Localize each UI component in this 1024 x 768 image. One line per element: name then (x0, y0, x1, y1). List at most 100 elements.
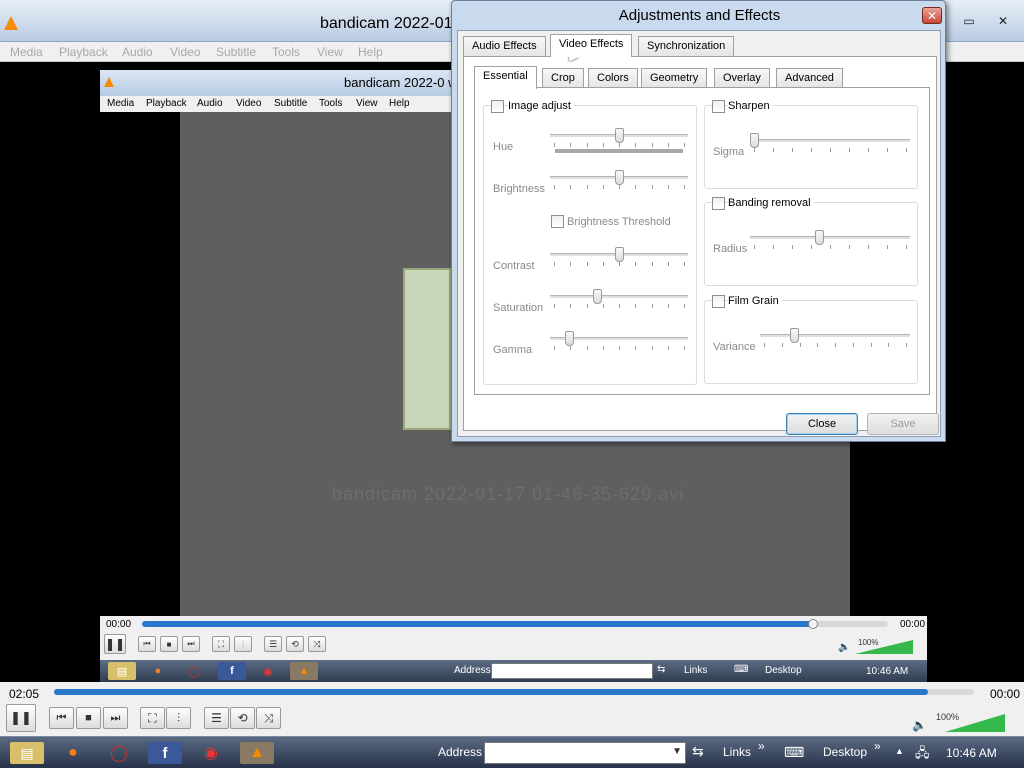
address-field[interactable]: ▼ (484, 742, 686, 764)
inner-go-icon: ⇆ (657, 664, 666, 675)
inner-opera-icon: ◯ (187, 665, 201, 678)
menu-tools[interactable]: Tools (272, 45, 300, 59)
desktop-chevron-icon[interactable]: » (874, 739, 881, 753)
film-grain-checkbox[interactable] (712, 295, 725, 308)
slider-tick (906, 148, 907, 152)
slider-tick (906, 343, 907, 347)
menu-playback[interactable]: Playback (59, 45, 108, 59)
firefox-icon[interactable]: ● (56, 742, 90, 764)
slider-thumb[interactable] (614, 170, 624, 185)
inner-menu-view: View (356, 98, 378, 109)
explorer-icon[interactable]: ▤ (10, 742, 44, 764)
menu-audio[interactable]: Audio (122, 45, 153, 59)
slider-tick (817, 343, 819, 347)
slider-tick (830, 148, 831, 152)
slider-thumb[interactable] (789, 328, 799, 343)
close-icon[interactable]: ✕ (988, 12, 1018, 30)
brightness-slider[interactable] (550, 170, 688, 190)
slider-tick (849, 148, 850, 152)
slider-tick (554, 304, 555, 308)
brightness-threshold-checkbox[interactable] (551, 215, 564, 228)
slider-tick (773, 245, 774, 249)
variance-slider[interactable] (760, 328, 910, 348)
slider-tick (792, 148, 793, 152)
previous-button[interactable]: ⏮ (49, 707, 74, 729)
slider-tick (887, 148, 888, 152)
adjustments-dialog: Adjustments and Effects ✕ Audio Effects … (451, 0, 946, 442)
next-button[interactable]: ⏭ (103, 707, 128, 729)
subtab-overlay[interactable]: Overlay (714, 68, 770, 89)
links-label[interactable]: Links (723, 745, 751, 759)
slider-tick (792, 245, 793, 249)
inner-prev-button: ⏮ (138, 636, 156, 652)
shuffle-button[interactable]: ⤨ (256, 707, 281, 729)
slider-thumb[interactable] (814, 230, 824, 245)
bandicam-icon[interactable]: ◉ (194, 742, 228, 764)
keyboard-icon[interactable]: ⌨ (784, 744, 804, 761)
playlist-button[interactable]: ☰ (204, 707, 229, 729)
menu-view[interactable]: View (317, 45, 343, 59)
desktop-label[interactable]: Desktop (823, 745, 867, 759)
banding-removal-checkbox[interactable] (712, 197, 725, 210)
inner-menu-playback: Playback (146, 98, 187, 109)
slider-thumb[interactable] (565, 331, 575, 346)
fullscreen-button[interactable]: ⛶ (140, 707, 165, 729)
subtab-advanced[interactable]: Advanced (776, 68, 843, 89)
slider-tick (684, 304, 685, 308)
slider-tick (754, 148, 755, 152)
slider-thumb[interactable] (614, 247, 624, 262)
saturation-slider[interactable] (550, 289, 688, 309)
speaker-icon[interactable]: 🔈 (912, 718, 927, 732)
facebook-icon[interactable]: f (148, 742, 182, 764)
inner-controls: 00:00 00:00 ❚❚ ⏮ ■ ⏭ ⛶ ⫶ ☰ ⟲ ⤨ 🔈 100% (100, 616, 927, 660)
dialog-close-icon[interactable]: ✕ (922, 7, 942, 24)
save-button[interactable]: Save (867, 413, 939, 435)
gamma-slider[interactable] (550, 331, 688, 351)
tab-audio-effects[interactable]: Audio Effects (463, 36, 546, 57)
slider-track (550, 295, 688, 298)
menu-video[interactable]: Video (170, 45, 200, 59)
contrast-slider[interactable] (550, 247, 688, 267)
address-label: Address (438, 745, 483, 759)
slider-tick (667, 262, 669, 266)
extended-settings-button[interactable]: ⫶ (166, 707, 191, 729)
stop-button[interactable]: ■ (76, 707, 101, 729)
sigma-slider[interactable] (750, 133, 910, 153)
slider-tick (684, 262, 685, 266)
seek-bar[interactable] (54, 689, 974, 695)
radius-slider[interactable] (750, 230, 910, 250)
slider-thumb[interactable] (750, 133, 759, 148)
close-button[interactable]: Close (786, 413, 858, 435)
subtab-crop[interactable]: Crop (542, 68, 584, 89)
tray-arrow-icon[interactable]: ▲ (895, 746, 904, 756)
sharpen-checkbox[interactable] (712, 100, 725, 113)
menu-subtitle[interactable]: Subtitle (216, 45, 256, 59)
contrast-label: Contrast (493, 260, 535, 272)
clock: 10:46 AM (946, 746, 997, 760)
tab-video-effects[interactable]: Video Effects (550, 34, 633, 57)
slider-thumb[interactable] (614, 128, 624, 143)
inner-time-elapsed: 00:00 (106, 619, 132, 630)
volume-slider[interactable] (945, 714, 1005, 732)
vlc-taskbar-icon[interactable]: ▲ (240, 742, 274, 764)
restore-icon[interactable]: ▭ (954, 12, 984, 30)
slider-tick (849, 245, 850, 249)
subtab-colors[interactable]: Colors (588, 68, 638, 89)
subtab-geometry[interactable]: Geometry (641, 68, 708, 89)
subtab-essential[interactable]: Essential (474, 66, 537, 89)
inner-menu-help: Help (389, 98, 410, 109)
hue-slider[interactable] (550, 128, 688, 148)
go-icon[interactable]: ⇆ (692, 743, 704, 760)
menu-media[interactable]: Media (10, 45, 43, 59)
slider-thumb[interactable] (592, 289, 602, 304)
links-chevron-icon[interactable]: » (758, 739, 765, 753)
network-icon: 🖧 (915, 745, 930, 760)
loop-button[interactable]: ⟲ (230, 707, 255, 729)
tab-synchronization[interactable]: Synchronization (638, 36, 735, 57)
inner-address-label: Address (454, 665, 491, 676)
address-dropdown-icon[interactable]: ▼ (672, 746, 682, 757)
menu-help[interactable]: Help (358, 45, 383, 59)
image-adjust-checkbox[interactable] (491, 100, 504, 113)
opera-icon[interactable]: ◯ (102, 742, 136, 764)
pause-button[interactable]: ❚❚ (6, 704, 36, 732)
